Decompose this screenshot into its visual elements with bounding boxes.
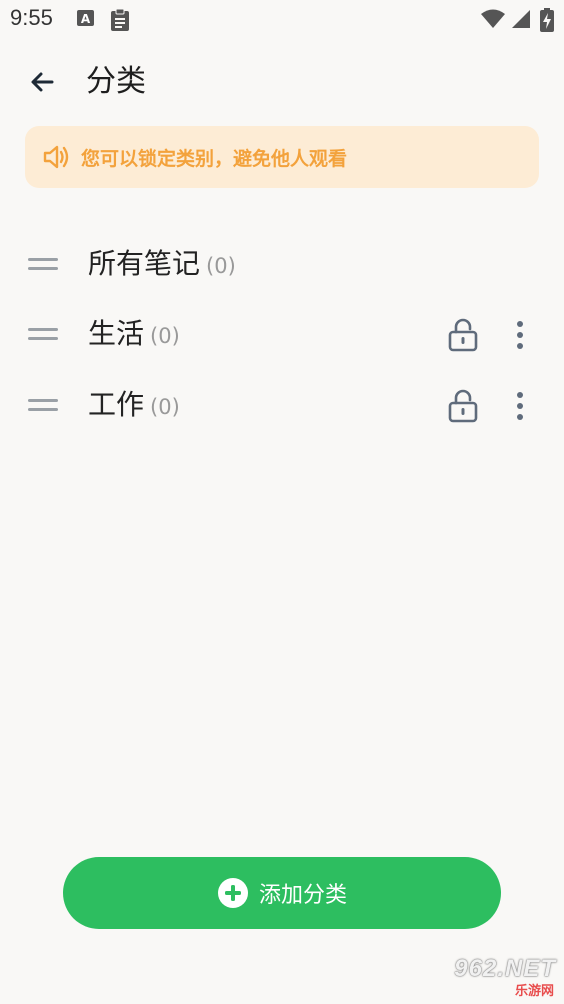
more-dot (517, 332, 523, 338)
more-dot (517, 403, 523, 409)
category-count: (0) (150, 395, 180, 419)
drag-handle-icon[interactable] (28, 326, 58, 342)
watermark-subtitle: 乐游网 (514, 984, 554, 999)
add-category-button[interactable]: 添加分类 (63, 857, 501, 929)
more-dot (517, 343, 523, 349)
more-dot (517, 414, 523, 420)
signal-icon (512, 10, 530, 28)
drag-handle-icon[interactable] (28, 397, 58, 413)
category-name: 工作 (88, 388, 145, 421)
a-notification-icon: A (77, 10, 94, 26)
status-time: 9:55 (10, 5, 53, 30)
unlock-icon[interactable] (446, 318, 480, 352)
plus-circle-icon (217, 878, 248, 908)
category-row-all-notes[interactable]: 所有笔记 (0) (0, 234, 564, 294)
watermark-logo: 962.NET 乐游网 (424, 955, 558, 999)
more-options-button[interactable] (508, 389, 532, 423)
category-label: 所有笔记 (0) (88, 246, 236, 284)
speaker-icon (43, 145, 69, 169)
page-title: 分类 (86, 64, 146, 99)
clipboard-icon (111, 8, 129, 31)
category-count: (0) (150, 324, 180, 348)
more-dot (517, 392, 523, 398)
svg-text:A: A (81, 12, 91, 26)
watermark-brand: 962.NET (454, 955, 556, 982)
category-label: 工作 (0) (88, 387, 180, 425)
back-button[interactable] (22, 62, 62, 102)
battery-charging-icon (540, 8, 554, 32)
category-row-work[interactable]: 工作 (0) (0, 375, 564, 435)
more-options-button[interactable] (508, 318, 532, 352)
category-name: 生活 (88, 317, 145, 350)
add-category-label: 添加分类 (258, 883, 347, 908)
category-label: 生活 (0) (88, 316, 180, 354)
lock-tip-text: 您可以锁定类别，避免他人观看 (81, 147, 348, 170)
wifi-icon (481, 9, 505, 28)
category-row-life[interactable]: 生活 (0) (0, 304, 564, 364)
unlock-icon[interactable] (446, 389, 480, 423)
category-name: 所有笔记 (88, 247, 201, 280)
drag-handle-icon[interactable] (28, 256, 58, 272)
status-bar: 9:55 A (0, 0, 564, 40)
category-count: (0) (206, 254, 236, 278)
arrow-left-icon (31, 72, 54, 92)
lock-tip-banner: 您可以锁定类别，避免他人观看 (25, 126, 539, 188)
more-dot (517, 321, 523, 327)
